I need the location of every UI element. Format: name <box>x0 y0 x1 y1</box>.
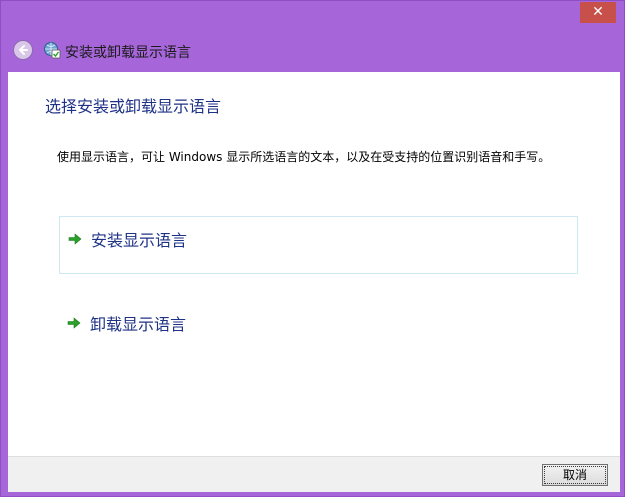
language-settings-icon <box>43 41 61 59</box>
dialog-window: ✕ 安装或卸载显示语言 选择安装或卸载显示语言 使用显示语言，可让 Window… <box>0 0 625 497</box>
close-icon: ✕ <box>592 4 604 20</box>
footer-bar: 取消 <box>8 456 620 492</box>
uninstall-display-language-link[interactable]: 卸载显示语言 <box>59 301 578 359</box>
uninstall-display-language-label: 卸载显示语言 <box>90 315 187 334</box>
content-pane: 选择安装或卸载显示语言 使用显示语言，可让 Windows 显示所选语言的文本，… <box>8 72 620 456</box>
page-title: 选择安装或卸载显示语言 <box>45 97 222 116</box>
install-display-language-label: 安装显示语言 <box>91 231 188 250</box>
green-arrow-icon <box>68 233 82 245</box>
navigation-bar: 安装或卸载显示语言 <box>1 37 625 65</box>
install-display-language-link[interactable]: 安装显示语言 <box>59 216 578 274</box>
cancel-button[interactable]: 取消 <box>542 464 608 486</box>
green-arrow-icon <box>67 317 81 329</box>
back-arrow-icon <box>19 45 28 55</box>
window-title: 安装或卸载显示语言 <box>65 45 191 61</box>
page-description: 使用显示语言，可让 Windows 显示所选语言的文本，以及在受支持的位置识别语… <box>57 150 551 164</box>
close-button[interactable]: ✕ <box>580 2 616 23</box>
back-button[interactable] <box>13 40 33 60</box>
